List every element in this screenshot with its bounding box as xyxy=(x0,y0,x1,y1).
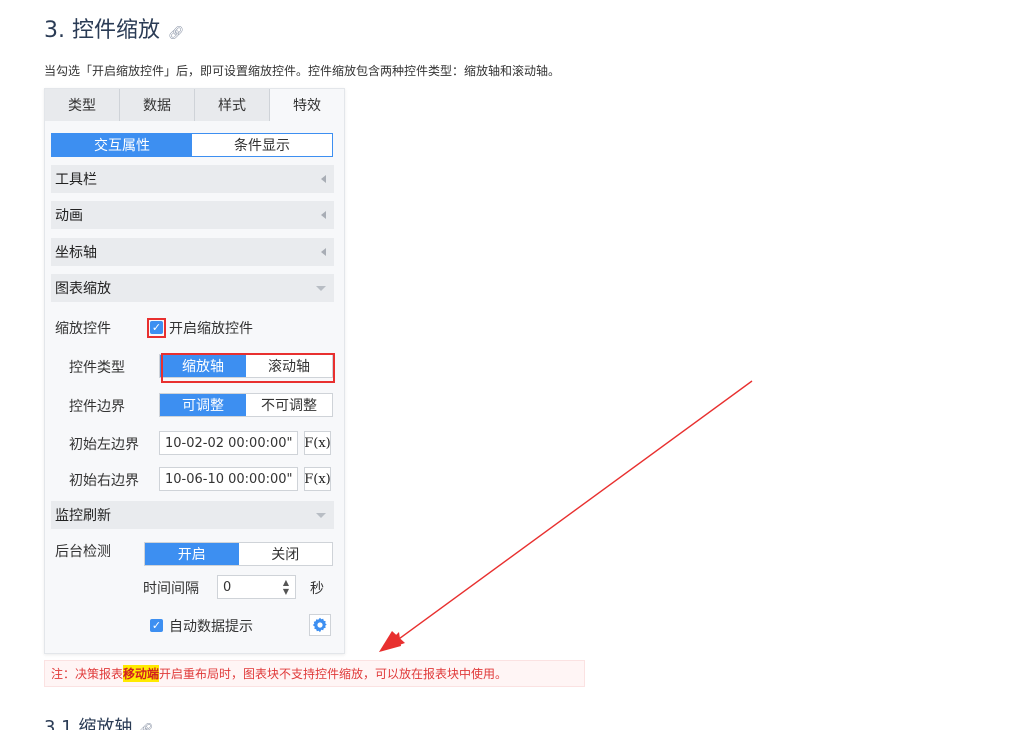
arrow-shaft xyxy=(391,380,753,645)
annotation-arrow xyxy=(379,380,753,652)
arrow-head-fill xyxy=(379,631,405,652)
